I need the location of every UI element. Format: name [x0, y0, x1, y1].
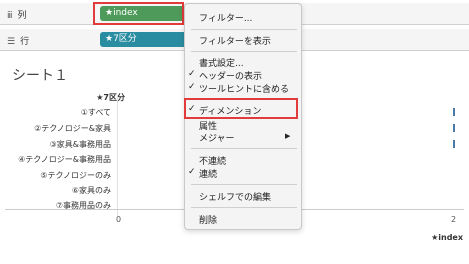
- menu-item-label: ツールヒントに含める: [199, 85, 290, 95]
- row-header-label: ★7区分: [96, 93, 125, 102]
- data-mark: [453, 108, 455, 116]
- checkmark-icon: ✓: [188, 82, 196, 92]
- menu-item-label: ヘッダーの表示: [199, 72, 263, 82]
- menu-item-edit-in-shelf[interactable]: シェルフでの編集: [199, 190, 271, 203]
- header-divider: [117, 95, 118, 216]
- menu-item-remove[interactable]: 削除: [199, 213, 217, 226]
- menu-item-filter[interactable]: フィルター...: [199, 11, 252, 24]
- menu-item-continuous[interactable]: ✓ 連続: [188, 167, 218, 180]
- index-pill-highlight: [93, 2, 184, 25]
- sheet-title: シート１: [12, 68, 68, 84]
- menu-separator: [191, 51, 297, 52]
- dimension-highlight: [184, 98, 298, 119]
- rows-shelf-label: ☰ 行: [7, 34, 29, 47]
- row-label: ③家具&事務用品: [49, 140, 111, 149]
- menu-separator: [191, 29, 297, 30]
- data-mark: [453, 124, 455, 132]
- axis-tick: 2: [451, 215, 457, 224]
- menu-item-format[interactable]: 書式設定...: [199, 56, 244, 69]
- row-label: ①すべて: [80, 108, 111, 117]
- menu-item-show-header[interactable]: ✓ ヘッダーの表示: [188, 69, 263, 82]
- menu-separator: [191, 207, 297, 208]
- axis-tick: 0: [116, 215, 122, 224]
- checkmark-icon: ✓: [188, 167, 196, 177]
- menu-item-label: 連続: [199, 170, 218, 180]
- columns-shelf-label: iii 列: [7, 8, 27, 21]
- submenu-arrow-icon: ▶: [285, 132, 291, 140]
- row-label: ⑥家具のみ: [71, 186, 111, 195]
- menu-separator: [191, 148, 297, 149]
- row-label: ④テクノロジー&事務用品: [18, 155, 111, 164]
- menu-item-discrete[interactable]: 不連続: [199, 154, 226, 167]
- menu-separator: [191, 184, 297, 185]
- data-mark: [453, 140, 455, 148]
- axis-title: ★index: [431, 233, 463, 242]
- menu-item-show-filter[interactable]: フィルターを表示: [199, 34, 271, 47]
- menu-item-include-tooltip[interactable]: ✓ ツールヒントに含める: [188, 82, 290, 95]
- row-label: ②テクノロジー&家具: [34, 124, 111, 133]
- columns-icon: iii: [7, 11, 12, 21]
- rows-icon: ☰: [7, 37, 15, 47]
- columns-label-text: 列: [17, 11, 27, 21]
- checkmark-icon: ✓: [188, 69, 196, 79]
- menu-item-measure[interactable]: メジャー: [199, 131, 235, 144]
- row-label: ⑤テクノロジーのみ: [40, 171, 111, 180]
- rows-label-text: 行: [20, 37, 30, 47]
